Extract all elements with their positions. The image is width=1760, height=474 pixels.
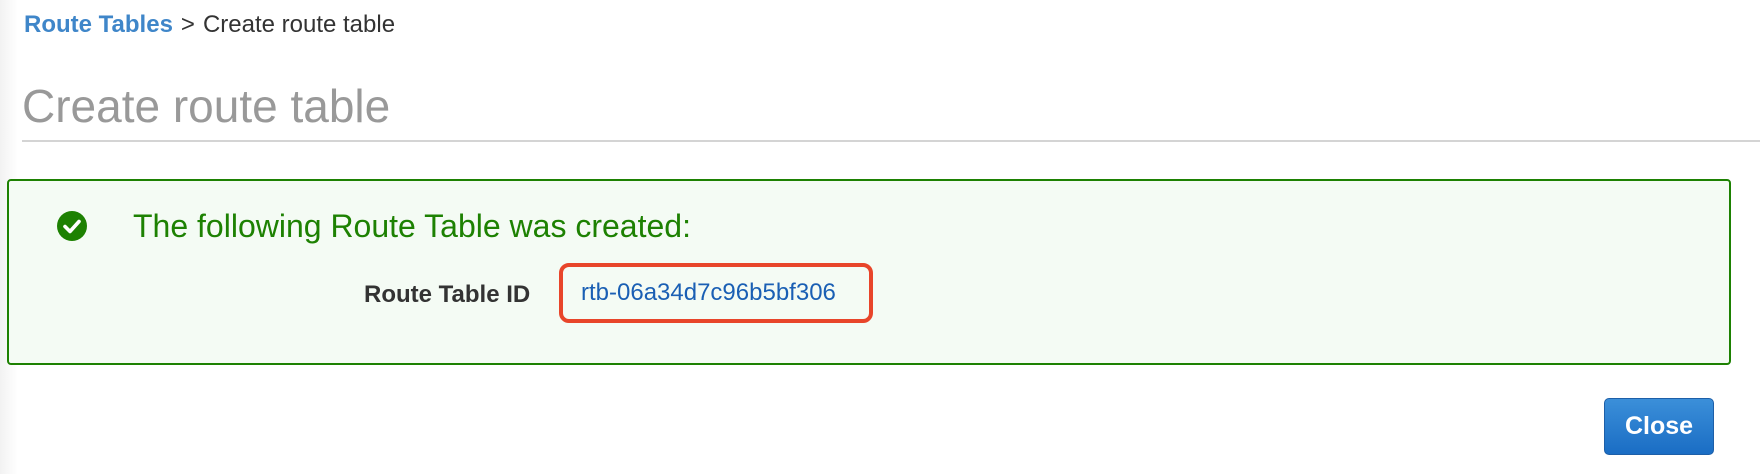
page: Route Tables > Create route table Create r… — [0, 0, 1760, 474]
close-button[interactable]: Close — [1604, 398, 1714, 455]
breadcrumb: Route Tables > Create route table — [24, 10, 395, 40]
check-circle-icon — [57, 211, 87, 241]
route-table-id-link[interactable]: rtb-06a34d7c96b5bf306 — [581, 278, 836, 308]
route-table-id-label: Route Table ID — [364, 281, 531, 308]
title-divider — [22, 140, 1760, 142]
alert-message: The following Route Table was created: — [133, 208, 691, 244]
breadcrumb-separator: > — [180, 11, 195, 38]
page-title: Create route table — [22, 80, 391, 132]
breadcrumb-current: Create route table — [202, 11, 396, 38]
success-alert: The following Route Table was created: R… — [7, 179, 1731, 365]
breadcrumb-route-tables-link[interactable]: Route Tables — [24, 11, 173, 38]
route-table-id-highlight: rtb-06a34d7c96b5bf306 — [559, 263, 873, 323]
